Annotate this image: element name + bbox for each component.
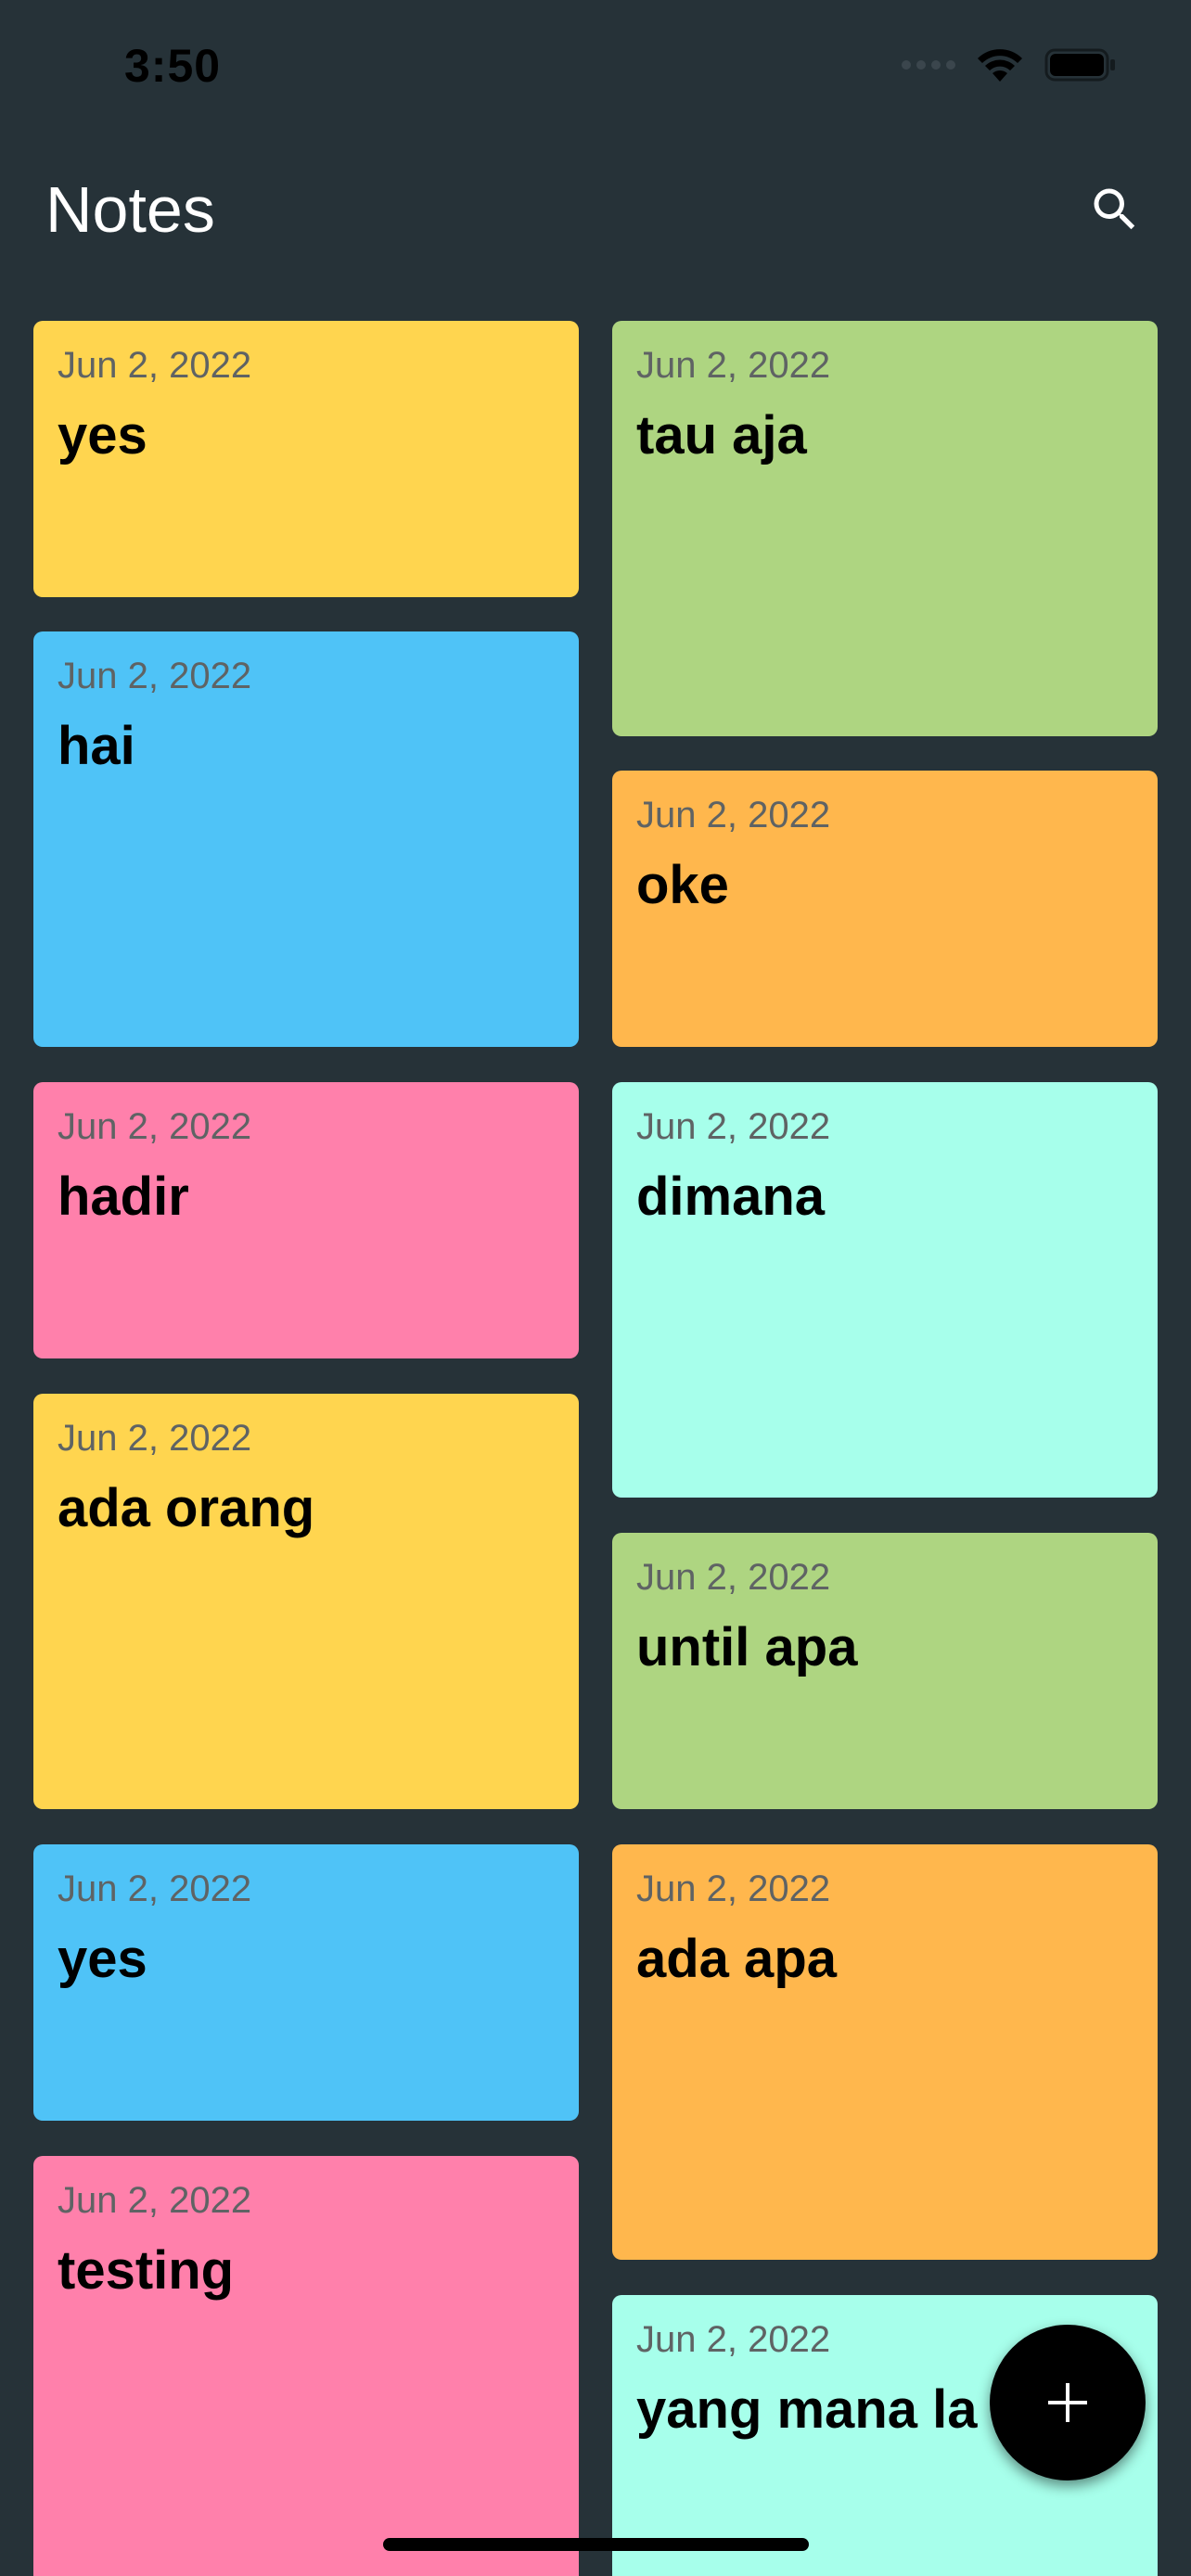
note-card[interactable]: Jun 2, 2022 ada orang bbox=[33, 1394, 579, 1809]
note-title: dimana bbox=[636, 1167, 826, 1227]
note-card[interactable]: Jun 2, 2022 testing bbox=[33, 2156, 579, 2576]
note-title: yes bbox=[58, 405, 147, 465]
note-title: ada orang bbox=[58, 1478, 315, 1538]
note-date: Jun 2, 2022 bbox=[58, 1868, 252, 1909]
note-title: ada apa bbox=[636, 1929, 837, 1989]
note-card[interactable]: Jun 2, 2022 tau aja bbox=[612, 321, 1158, 736]
note-date: Jun 2, 2022 bbox=[636, 1868, 831, 1909]
note-date: Jun 2, 2022 bbox=[58, 1418, 252, 1459]
note-title: yes bbox=[58, 1929, 147, 1989]
note-title: oke bbox=[636, 855, 729, 915]
cellular-signal-icon bbox=[902, 60, 955, 70]
note-date: Jun 2, 2022 bbox=[58, 2180, 252, 2221]
search-icon bbox=[1094, 188, 1135, 230]
note-date: Jun 2, 2022 bbox=[636, 795, 831, 835]
battery-icon bbox=[1044, 48, 1115, 82]
note-card[interactable]: Jun 2, 2022 ada apa bbox=[612, 1844, 1158, 2260]
note-card[interactable]: Jun 2, 2022 yes bbox=[33, 1844, 579, 2121]
note-title: hadir bbox=[58, 1167, 189, 1227]
status-bar: 3:50 bbox=[0, 0, 1191, 130]
note-card[interactable]: Jun 2, 2022 hadir bbox=[33, 1082, 579, 1358]
wifi-icon bbox=[978, 49, 1022, 82]
note-title: tau aja bbox=[636, 405, 807, 465]
note-date: Jun 2, 2022 bbox=[58, 345, 252, 386]
note-title: testing bbox=[58, 2240, 235, 2301]
note-card[interactable]: Jun 2, 2022 hai bbox=[33, 631, 579, 1047]
note-date: Jun 2, 2022 bbox=[58, 656, 252, 696]
add-note-button[interactable] bbox=[990, 2325, 1146, 2480]
app-header: Notes bbox=[0, 148, 1191, 269]
note-date: Jun 2, 2022 bbox=[636, 1106, 831, 1147]
plus-icon bbox=[1048, 2383, 1087, 2422]
status-time: 3:50 bbox=[124, 40, 222, 92]
note-date: Jun 2, 2022 bbox=[636, 345, 831, 386]
note-card[interactable]: Jun 2, 2022 yes bbox=[33, 321, 579, 597]
note-card[interactable]: Jun 2, 2022 until apa bbox=[612, 1533, 1158, 1809]
note-date: Jun 2, 2022 bbox=[636, 1557, 831, 1598]
status-icons bbox=[902, 46, 1117, 83]
note-title: hai bbox=[58, 716, 135, 776]
note-title: until apa bbox=[636, 1617, 858, 1677]
home-indicator[interactable] bbox=[383, 2538, 809, 2551]
note-card[interactable]: Jun 2, 2022 oke bbox=[612, 771, 1158, 1047]
note-card[interactable]: Jun 2, 2022 dimana bbox=[612, 1082, 1158, 1498]
search-button[interactable] bbox=[1076, 171, 1154, 249]
note-date: Jun 2, 2022 bbox=[58, 1106, 252, 1147]
page-title: Notes bbox=[45, 173, 215, 246]
